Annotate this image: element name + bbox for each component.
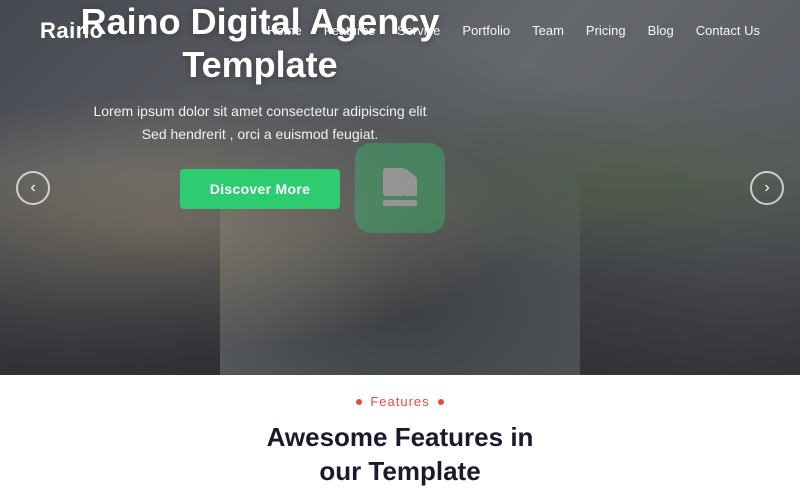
navbar: Raino Home Features Service Portfolio Te… bbox=[0, 0, 800, 62]
features-heading: Awesome Features in our Template bbox=[267, 421, 534, 489]
next-slide-button[interactable]: › bbox=[750, 171, 784, 205]
prev-slide-button[interactable]: ‹ bbox=[16, 171, 50, 205]
nav-link-service[interactable]: Service bbox=[397, 23, 440, 38]
nav-menu: Home Features Service Portfolio Team Pri… bbox=[267, 22, 760, 40]
nav-item-team[interactable]: Team bbox=[532, 22, 564, 40]
brand-logo[interactable]: Raino bbox=[40, 18, 104, 44]
nav-link-contact[interactable]: Contact Us bbox=[696, 23, 760, 38]
hero-subtitle: Lorem ipsum dolor sit amet consectetur a… bbox=[20, 100, 500, 145]
nav-item-home[interactable]: Home bbox=[267, 22, 302, 40]
nav-link-team[interactable]: Team bbox=[532, 23, 564, 38]
features-section: Features Awesome Features in our Templat… bbox=[0, 375, 800, 500]
chevron-left-icon: ‹ bbox=[30, 179, 35, 197]
nav-item-portfolio[interactable]: Portfolio bbox=[462, 22, 510, 40]
nav-item-pricing[interactable]: Pricing bbox=[586, 22, 626, 40]
hero-right-people bbox=[580, 35, 800, 375]
hero-section: Raino Home Features Service Portfolio Te… bbox=[0, 0, 800, 375]
nav-item-features[interactable]: Features bbox=[324, 22, 375, 40]
nav-item-service[interactable]: Service bbox=[397, 22, 440, 40]
label-dot-left bbox=[356, 399, 362, 405]
nav-link-blog[interactable]: Blog bbox=[648, 23, 674, 38]
discover-more-button[interactable]: Discover More bbox=[180, 169, 340, 209]
nav-link-features[interactable]: Features bbox=[324, 23, 375, 38]
hero-subtitle-line2: Sed hendrerit , orci a euismod feugiat. bbox=[142, 126, 379, 142]
nav-item-contact[interactable]: Contact Us bbox=[696, 22, 760, 40]
label-dot-right bbox=[438, 399, 444, 405]
hero-subtitle-line1: Lorem ipsum dolor sit amet consectetur a… bbox=[93, 103, 426, 119]
nav-link-pricing[interactable]: Pricing bbox=[586, 23, 626, 38]
features-heading-line2: our Template bbox=[319, 456, 480, 486]
features-label: Features bbox=[356, 394, 443, 409]
features-heading-line1: Awesome Features in bbox=[267, 422, 534, 452]
nav-links-list: Home Features Service Portfolio Team Pri… bbox=[267, 22, 760, 40]
nav-link-home[interactable]: Home bbox=[267, 23, 302, 38]
chevron-right-icon: › bbox=[764, 179, 769, 197]
features-label-text: Features bbox=[370, 394, 429, 409]
nav-link-portfolio[interactable]: Portfolio bbox=[462, 23, 510, 38]
nav-item-blog[interactable]: Blog bbox=[648, 22, 674, 40]
